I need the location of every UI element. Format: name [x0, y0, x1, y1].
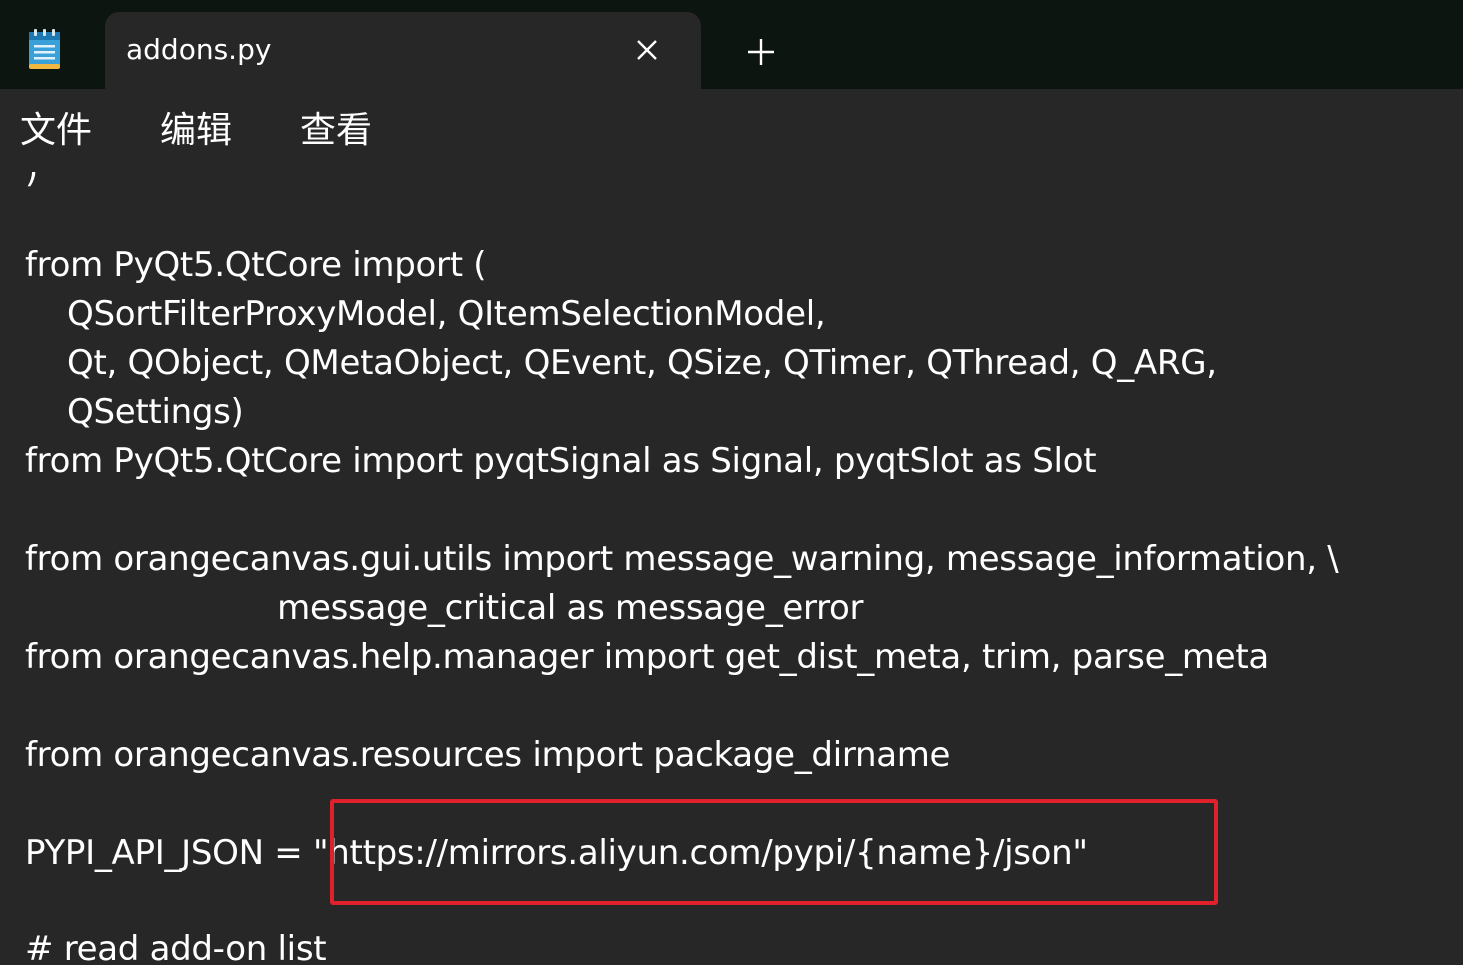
- code-line: from orangecanvas.gui.utils import messa…: [25, 539, 1339, 579]
- code-line: Qt, QObject, QMetaObject, QEvent, QSize,…: [25, 343, 1217, 383]
- code-line: from orangecanvas.resources import packa…: [25, 735, 951, 775]
- menu-file[interactable]: 文件: [20, 110, 92, 152]
- tab-title: addons.py: [126, 33, 272, 66]
- menu-edit[interactable]: 编辑: [160, 110, 232, 152]
- notepad-icon: [29, 29, 60, 69]
- code-line: QSettings): [25, 392, 244, 432]
- code-line: # read add-on list: [25, 929, 327, 965]
- text-editor[interactable]: ) from PyQt5.QtCore import ( QSortFilter…: [0, 172, 1463, 965]
- plus-icon[interactable]: [738, 29, 784, 75]
- menu-view[interactable]: 查看: [300, 110, 372, 152]
- code-line: ): [25, 172, 38, 196]
- tab-addons[interactable]: addons.py: [105, 12, 701, 92]
- highlight-annotation-box: [330, 799, 1218, 905]
- close-icon[interactable]: [627, 30, 667, 70]
- title-bar: addons.py: [0, 0, 1463, 92]
- code-line: message_critical as message_error: [25, 588, 864, 628]
- code-line: QSortFilterProxyModel, QItemSelectionMod…: [25, 294, 826, 334]
- code-line: from orangecanvas.help.manager import ge…: [25, 637, 1269, 677]
- code-line: from PyQt5.QtCore import pyqtSignal as S…: [25, 441, 1097, 481]
- code-line: from PyQt5.QtCore import (: [25, 245, 487, 285]
- menu-bar: 文件 编辑 查看: [0, 89, 1463, 172]
